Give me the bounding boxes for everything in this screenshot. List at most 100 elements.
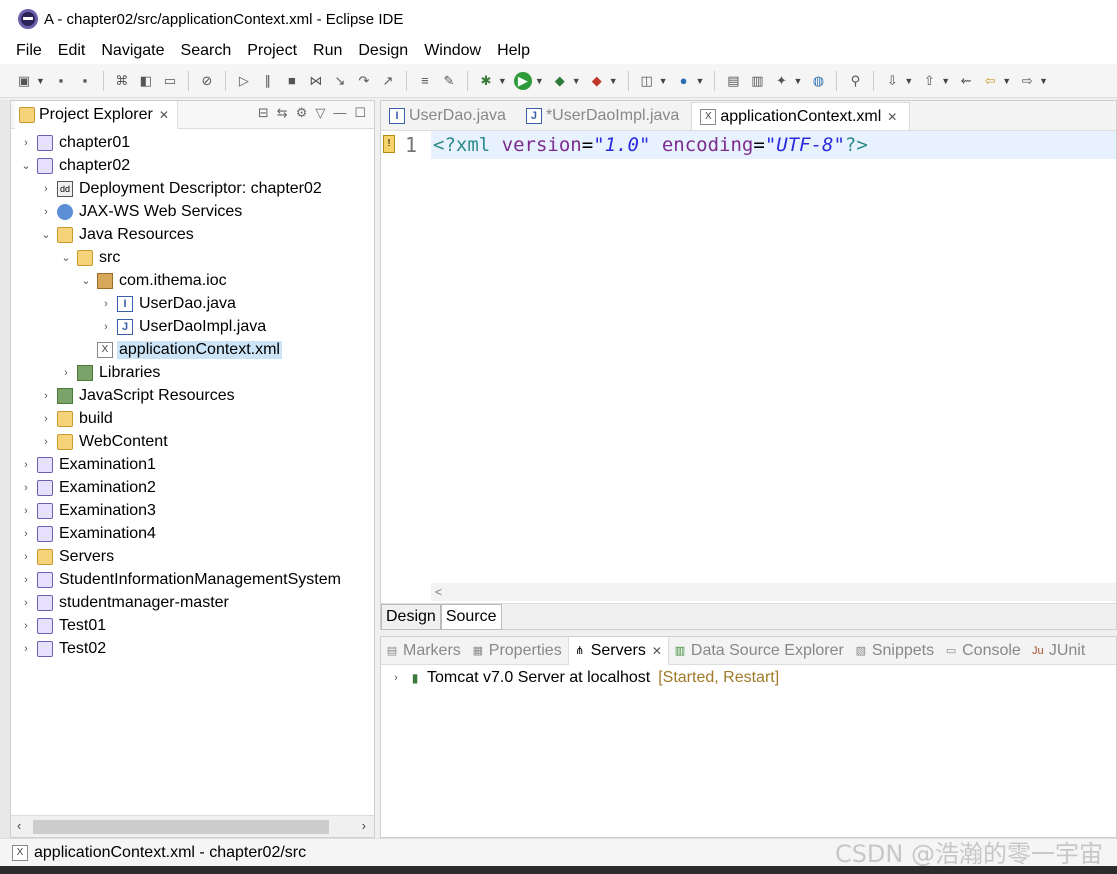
new-class-dropdown-icon[interactable]: ▼ bbox=[696, 76, 705, 86]
tab-data-source-explorer[interactable]: ▥ Data Source Explorer bbox=[669, 637, 850, 665]
scroll-left-icon[interactable]: ‹ bbox=[17, 818, 21, 833]
chevron-right-icon[interactable]: › bbox=[389, 672, 403, 684]
minimize-icon[interactable]: — bbox=[333, 105, 346, 121]
editor-tab-userdaoimpl[interactable]: J *UserDaoImpl.java bbox=[518, 102, 691, 130]
tree-item[interactable]: › Examination2 bbox=[11, 476, 374, 499]
wand-icon[interactable]: ✦ bbox=[772, 72, 790, 90]
menu-project[interactable]: Project bbox=[239, 42, 305, 60]
scroll-left-icon[interactable]: < bbox=[435, 585, 442, 599]
tab-junit[interactable]: Ju JUnit bbox=[1027, 637, 1091, 665]
open-project-icon[interactable]: ▤ bbox=[724, 72, 742, 90]
tab-snippets[interactable]: ▧ Snippets bbox=[850, 637, 940, 665]
tree-item[interactable]: › Test01 bbox=[11, 614, 374, 637]
chevron-right-icon[interactable]: › bbox=[39, 390, 53, 402]
forward-icon[interactable]: ⇨ bbox=[1018, 72, 1036, 90]
code-line[interactable]: <?xml version="1.0" encoding="UTF-8"?> bbox=[431, 131, 1116, 159]
tree-item[interactable]: › chapter01 bbox=[11, 131, 374, 154]
link-with-editor-icon[interactable]: ⇆ bbox=[277, 105, 288, 121]
tree-item[interactable]: › studentmanager-master bbox=[11, 591, 374, 614]
scroll-right-icon[interactable]: › bbox=[362, 818, 366, 833]
browser-icon[interactable]: ◍ bbox=[809, 72, 827, 90]
terminal-icon[interactable]: ▭ bbox=[161, 72, 179, 90]
tree-item[interactable]: › J UserDaoImpl.java bbox=[11, 315, 374, 338]
chevron-right-icon[interactable]: › bbox=[19, 459, 33, 471]
tree-item[interactable]: › StudentInformationManagementSystem bbox=[11, 568, 374, 591]
new-dropdown-icon[interactable]: ▼ bbox=[36, 76, 45, 86]
tree-item[interactable]: ⌄ Java Resources bbox=[11, 223, 374, 246]
menu-run[interactable]: Run bbox=[305, 42, 350, 60]
tree-item[interactable]: › Examination3 bbox=[11, 499, 374, 522]
menu-window[interactable]: Window bbox=[416, 42, 489, 60]
step-return-icon[interactable]: ↗ bbox=[379, 72, 397, 90]
tab-source[interactable]: Source bbox=[440, 604, 502, 630]
open-resource-icon[interactable]: ◧ bbox=[137, 72, 155, 90]
chevron-right-icon[interactable]: › bbox=[39, 436, 53, 448]
tree-item[interactable]: › Servers bbox=[11, 545, 374, 568]
tree-item[interactable]: ⌄ src bbox=[11, 246, 374, 269]
forward-dropdown-icon[interactable]: ▼ bbox=[1039, 76, 1048, 86]
editor-tab-userdao[interactable]: I UserDao.java bbox=[381, 102, 518, 130]
tree-item[interactable]: ⌄ com.ithema.ioc bbox=[11, 269, 374, 292]
wand-dropdown-icon[interactable]: ▼ bbox=[793, 76, 802, 86]
new-class-icon[interactable]: ● bbox=[675, 72, 693, 90]
back-dropdown-icon[interactable]: ▼ bbox=[1002, 76, 1011, 86]
coverage-dropdown-icon[interactable]: ▼ bbox=[572, 76, 581, 86]
debug-dropdown-icon[interactable]: ▼ bbox=[498, 76, 507, 86]
chevron-right-icon[interactable]: › bbox=[99, 298, 113, 310]
run-dropdown-icon[interactable]: ▼ bbox=[535, 76, 544, 86]
menu-file[interactable]: File bbox=[8, 42, 50, 60]
open-type-icon[interactable]: ⌘ bbox=[113, 72, 131, 90]
tree-item[interactable]: › dd Deployment Descriptor: chapter02 bbox=[11, 177, 374, 200]
terminate-icon[interactable]: ■ bbox=[283, 72, 301, 90]
view-menu-icon[interactable]: ▽ bbox=[315, 105, 325, 121]
chevron-right-icon[interactable]: › bbox=[19, 551, 33, 563]
project-explorer-tab[interactable]: Project Explorer ✕ bbox=[15, 100, 178, 129]
chevron-down-icon[interactable]: ⌄ bbox=[79, 274, 93, 287]
next-annotation-dropdown-icon[interactable]: ▼ bbox=[904, 76, 913, 86]
tree-item[interactable]: ⌄ chapter02 bbox=[11, 154, 374, 177]
chevron-right-icon[interactable]: › bbox=[19, 620, 33, 632]
chevron-right-icon[interactable]: › bbox=[19, 482, 33, 494]
annotations-icon[interactable]: ✎ bbox=[440, 72, 458, 90]
menu-search[interactable]: Search bbox=[173, 42, 240, 60]
chevron-right-icon[interactable]: › bbox=[39, 413, 53, 425]
chevron-right-icon[interactable]: › bbox=[19, 528, 33, 540]
server-row[interactable]: › ▮ Tomcat v7.0 Server at localhost [Sta… bbox=[389, 669, 779, 687]
close-icon[interactable]: ✕ bbox=[159, 108, 169, 122]
suspend-icon[interactable]: ∥ bbox=[259, 72, 277, 90]
chevron-right-icon[interactable]: › bbox=[19, 574, 33, 586]
coverage-icon[interactable]: ◆ bbox=[551, 72, 569, 90]
last-edit-icon[interactable]: ⇜ bbox=[957, 72, 975, 90]
chevron-right-icon[interactable]: › bbox=[19, 643, 33, 655]
new-server-dropdown-icon[interactable]: ▼ bbox=[659, 76, 668, 86]
tab-markers[interactable]: ▤ Markers bbox=[381, 637, 467, 665]
step-into-icon[interactable]: ↘ bbox=[331, 72, 349, 90]
collapse-all-icon[interactable]: ⊟ bbox=[258, 105, 269, 121]
tree-item[interactable]: › JAX-WS Web Services bbox=[11, 200, 374, 223]
tab-servers[interactable]: ⋔ Servers ✕ bbox=[567, 636, 669, 665]
previous-annotation-icon[interactable]: ⇧ bbox=[920, 72, 938, 90]
close-icon[interactable]: ✕ bbox=[652, 644, 662, 658]
filter-icon[interactable]: ⚙ bbox=[296, 105, 308, 121]
tree-item[interactable]: › JavaScript Resources bbox=[11, 384, 374, 407]
chevron-right-icon[interactable]: › bbox=[19, 505, 33, 517]
code-area[interactable]: ! 1 <?xml version="1.0" encoding="UTF-8"… bbox=[381, 131, 1116, 583]
chevron-right-icon[interactable]: › bbox=[39, 183, 53, 195]
menu-design[interactable]: Design bbox=[350, 42, 416, 60]
chevron-down-icon[interactable]: ⌄ bbox=[59, 251, 73, 264]
disconnect-icon[interactable]: ⋈ bbox=[307, 72, 325, 90]
tree-item[interactable]: › Test02 bbox=[11, 637, 374, 660]
new-server-icon[interactable]: ◫ bbox=[638, 72, 656, 90]
resume-icon[interactable]: ▷ bbox=[235, 72, 253, 90]
open-folder-icon[interactable]: ▥ bbox=[748, 72, 766, 90]
tab-properties[interactable]: ▦ Properties bbox=[467, 637, 568, 665]
back-icon[interactable]: ⇦ bbox=[981, 72, 999, 90]
tree-item[interactable]: › WebContent bbox=[11, 430, 374, 453]
menu-help[interactable]: Help bbox=[489, 42, 538, 60]
external-tools-icon[interactable]: ◆ bbox=[588, 72, 606, 90]
chevron-right-icon[interactable]: › bbox=[59, 367, 73, 379]
chevron-right-icon[interactable]: › bbox=[39, 206, 53, 218]
menu-navigate[interactable]: Navigate bbox=[93, 42, 172, 60]
editor-tab-applicationcontext[interactable]: X applicationContext.xml ✕ bbox=[691, 102, 911, 130]
tree-item[interactable]: › Examination4 bbox=[11, 522, 374, 545]
